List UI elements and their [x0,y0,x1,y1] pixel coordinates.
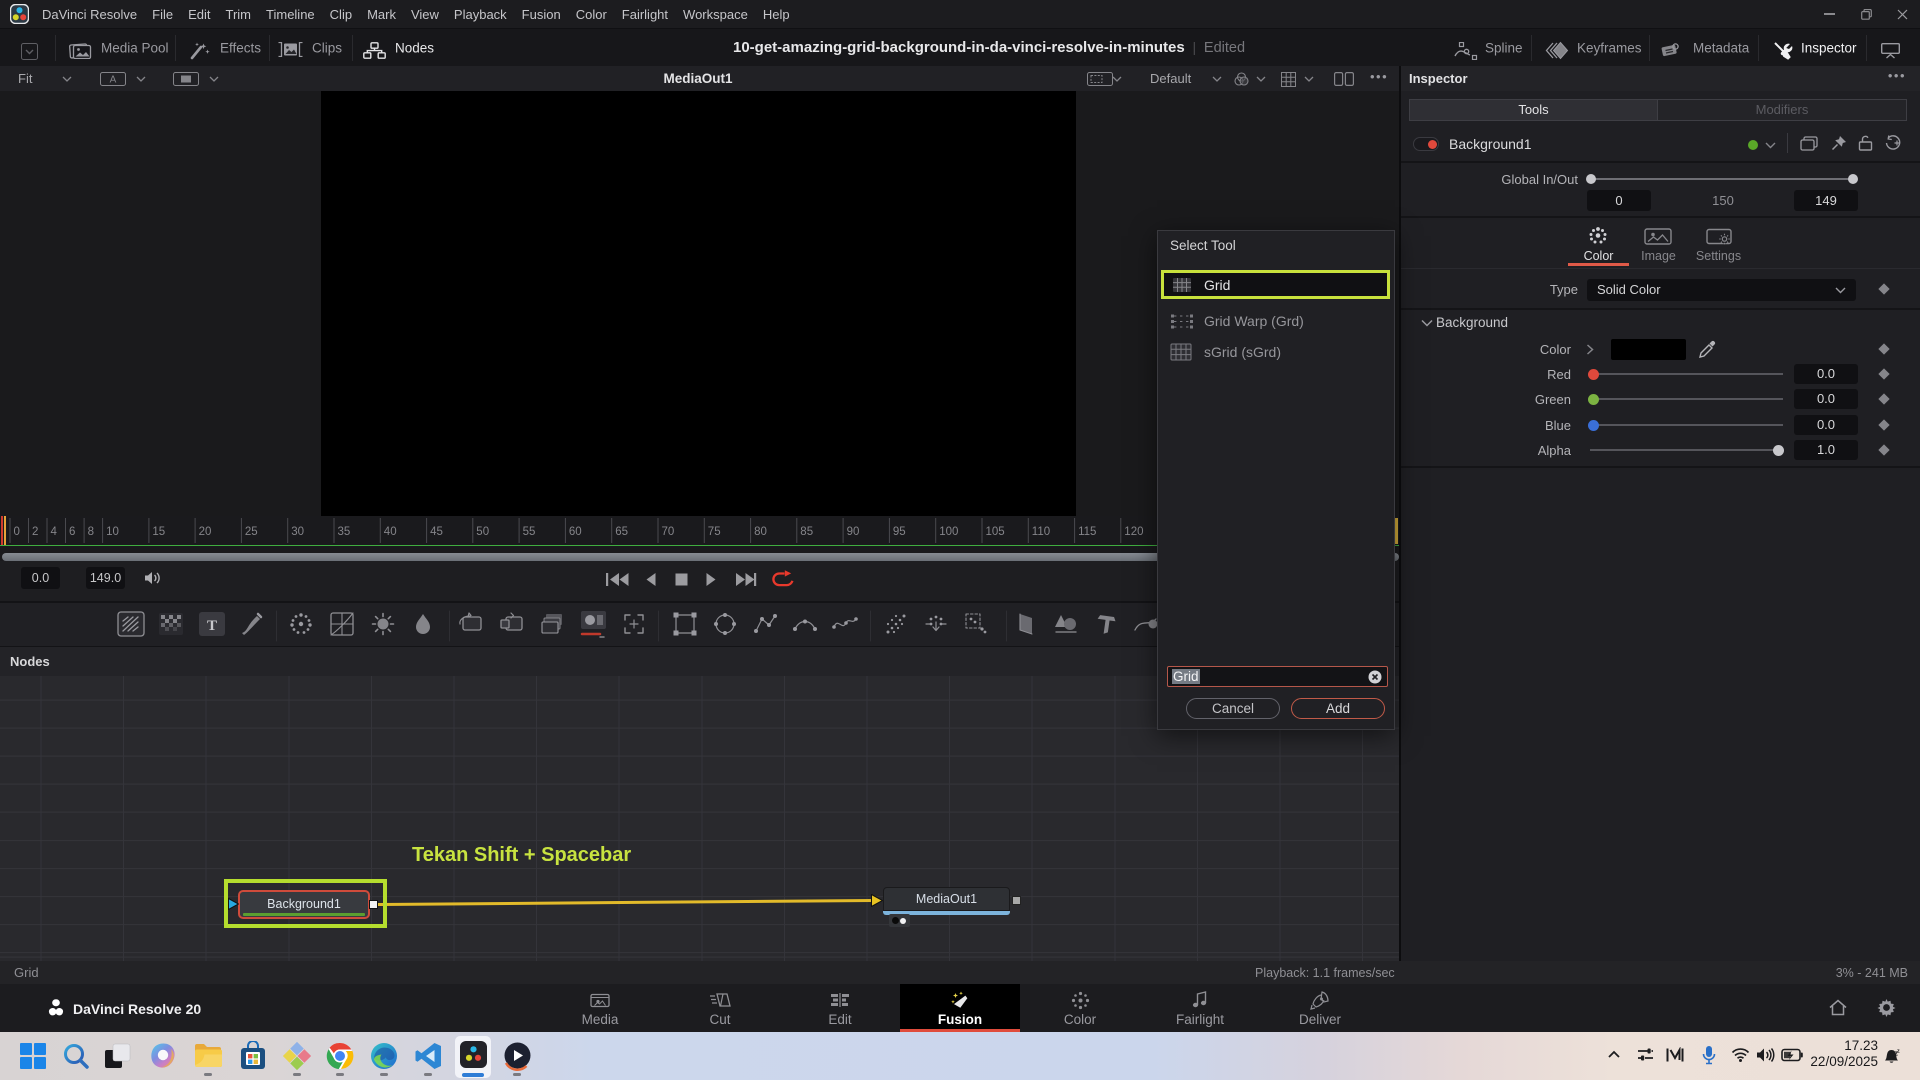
svg-text:A: A [110,75,117,86]
svg-text:50: 50 [476,526,489,538]
svg-text:105: 105 [986,526,1005,538]
svg-text:35: 35 [338,526,351,538]
svg-text:100: 100 [939,526,958,538]
svg-text:115: 115 [1078,526,1096,538]
svg-text:55: 55 [523,526,536,538]
svg-text:70: 70 [662,526,675,538]
svg-text:8: 8 [88,526,94,538]
svg-text:85: 85 [800,526,813,538]
svg-text:45: 45 [430,526,443,538]
svg-text:75: 75 [708,526,721,538]
svg-text:65: 65 [615,526,628,538]
svg-text:10: 10 [106,526,119,538]
svg-text:0: 0 [14,526,20,538]
svg-text:6: 6 [69,526,75,538]
svg-text:30: 30 [291,526,304,538]
svg-text:60: 60 [569,526,582,538]
svg-text:20: 20 [199,526,212,538]
svg-text:T: T [207,618,217,634]
svg-text:25: 25 [245,526,258,538]
svg-text:80: 80 [754,526,767,538]
svg-text:120: 120 [1124,526,1143,538]
svg-text:110: 110 [1032,526,1050,538]
svg-text:90: 90 [847,526,860,538]
svg-text:15: 15 [152,526,165,538]
svg-text:95: 95 [893,526,906,538]
svg-text:z: z [1897,1049,1900,1055]
svg-text:40: 40 [384,526,397,538]
svg-text:2: 2 [32,526,38,538]
svg-text:4: 4 [51,526,58,538]
